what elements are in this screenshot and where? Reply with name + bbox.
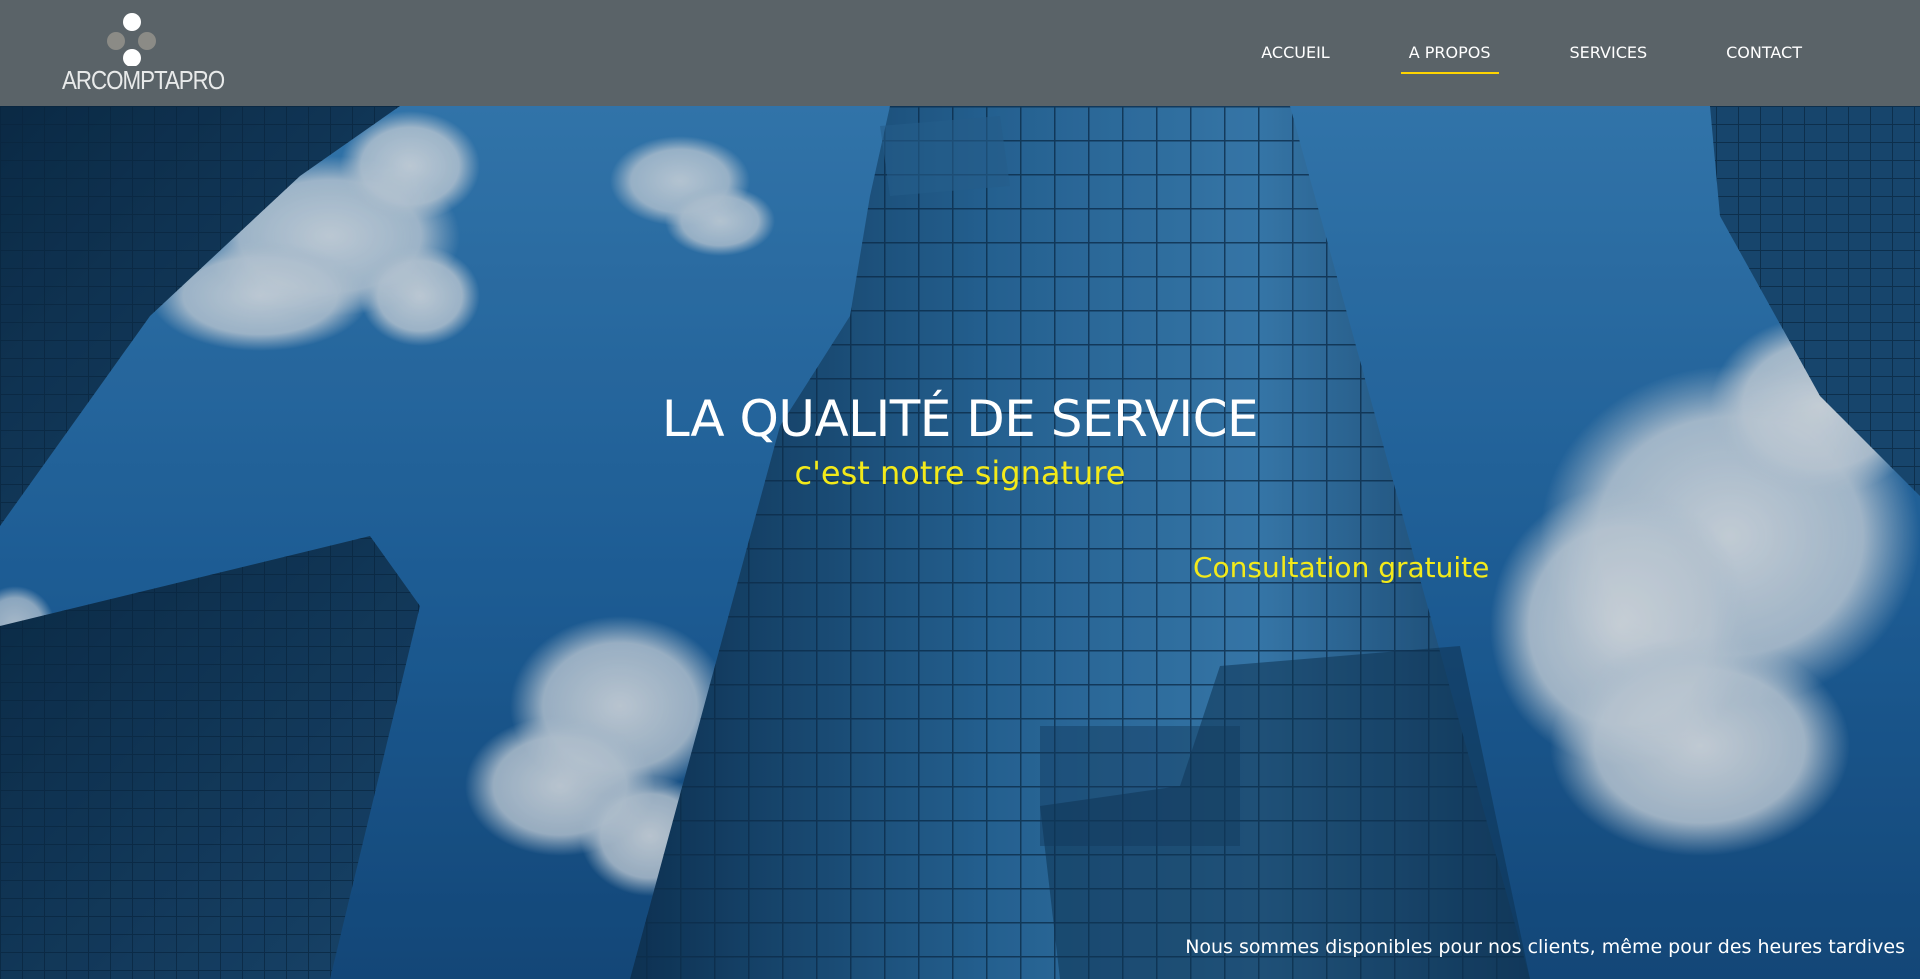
site-header: ARCOMPTAPRO ACCUEIL A PROPOS SERVICES CO… [0, 0, 1920, 106]
hero-subtitle: c'est notre signature [794, 454, 1126, 492]
nav-item-services[interactable]: SERVICES [1562, 0, 1656, 106]
nav-item-contact[interactable]: CONTACT [1718, 0, 1810, 106]
hero-skyline-image [0, 106, 1920, 979]
hero-title: LA QUALITÉ DE SERVICE [661, 390, 1259, 448]
page: ARCOMPTAPRO ACCUEIL A PROPOS SERVICES CO… [0, 0, 1920, 979]
availability-note: Nous sommes disponibles pour nos clients… [1185, 936, 1905, 958]
nav-item-a-propos[interactable]: A PROPOS [1400, 0, 1499, 106]
logo[interactable]: ARCOMPTAPRO [62, 10, 225, 95]
logo-text: ARCOMPTAPRO [62, 65, 225, 95]
consultation-link[interactable]: Consultation gratuite [1193, 551, 1489, 584]
logo-mark-icon [107, 13, 156, 66]
main-nav: ACCUEIL A PROPOS SERVICES CONTACT [1190, 0, 1810, 106]
hero-background [0, 106, 1920, 979]
nav-item-accueil[interactable]: ACCUEIL [1253, 0, 1337, 106]
